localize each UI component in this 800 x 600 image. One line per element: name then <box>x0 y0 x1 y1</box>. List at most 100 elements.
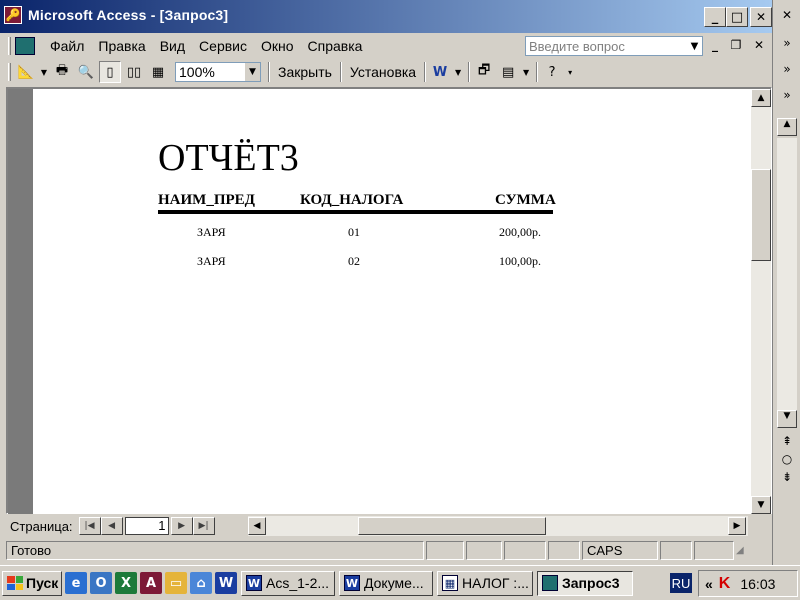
report-doc-icon[interactable] <box>15 37 35 55</box>
clock[interactable]: 16:03 <box>740 576 775 592</box>
network-icon[interactable]: ⌂ <box>190 572 212 594</box>
maximize-button[interactable]: □ <box>726 7 748 27</box>
chevron-down-icon[interactable]: ▼ <box>453 61 463 83</box>
design-view-icon[interactable]: 📐 <box>15 61 37 83</box>
office-links-icon[interactable]: W <box>429 61 451 83</box>
access-icon[interactable]: A <box>140 572 162 594</box>
menu-view[interactable]: Вид <box>153 38 192 54</box>
vertical-scrollbar[interactable]: ▲ ▼ <box>751 89 771 514</box>
toolbar-separator <box>424 62 427 82</box>
chevron-down-icon[interactable]: ▼ <box>245 63 260 81</box>
scroll-down-icon[interactable]: ▼ <box>777 410 797 428</box>
doc-restore-button[interactable]: ❐ <box>728 38 744 54</box>
folder-icon[interactable]: ▭ <box>165 572 187 594</box>
minimize-button[interactable]: _ <box>704 7 726 27</box>
start-label: Пуск <box>26 575 59 591</box>
scroll-right-icon[interactable]: ▶ <box>728 517 746 535</box>
one-page-icon[interactable]: ▯ <box>99 61 121 83</box>
preview-area: ОТЧЁТ3 НАИМ_ПРЕД КОД_НАЛОГА СУММА ЗАРЯ 0… <box>6 87 772 514</box>
taskbar: Пуск e O X A ▭ ⌂ W W Acs_1-2... W Докуме… <box>0 565 800 600</box>
column-header-amount: СУММА <box>495 192 556 208</box>
window-title: Microsoft Access - [Запрос3] <box>28 7 229 23</box>
chevron-down-icon[interactable]: ▼ <box>39 61 49 83</box>
excel-icon[interactable]: X <box>115 572 137 594</box>
task-word-document[interactable]: W Докуме... <box>339 570 433 596</box>
language-indicator[interactable]: RU <box>670 573 692 593</box>
system-tray: « K 16:03 <box>698 570 798 597</box>
two-pages-icon[interactable]: ▯▯ <box>123 61 145 83</box>
previous-page-icon[interactable]: ◀ <box>100 517 123 535</box>
title-bar[interactable]: 🔑 Microsoft Access - [Запрос3] <box>0 0 772 33</box>
menu-help[interactable]: Справка <box>301 38 370 54</box>
toolbar-grip[interactable] <box>8 63 11 81</box>
chevron-more-icon[interactable]: » <box>778 88 796 106</box>
close-preview-button[interactable]: Закрыть <box>273 64 337 80</box>
windows-logo-icon <box>7 576 23 590</box>
print-preview-toolbar: 📐 ▼ 🖶 🔍 ▯ ▯▯ ▦ 100% ▼ Закрыть Установка … <box>0 59 772 85</box>
task-label: НАЛОГ :... <box>462 575 529 591</box>
toolbar-grip[interactable] <box>8 37 11 55</box>
scrollbar-track[interactable] <box>777 138 797 410</box>
close-icon[interactable]: ✕ <box>778 8 796 26</box>
help-icon[interactable]: ? <box>541 61 563 83</box>
print-icon[interactable]: 🖶 <box>51 61 73 83</box>
chevron-more-icon[interactable]: » <box>778 36 796 54</box>
outlook-icon[interactable]: O <box>90 572 112 594</box>
antivirus-icon[interactable]: K <box>719 575 731 593</box>
row-1-tax-code: 01 <box>348 225 360 239</box>
page-setup-button[interactable]: Установка <box>345 64 421 80</box>
caps-indicator: CAPS <box>582 540 658 560</box>
chevron-more-icon[interactable]: » <box>778 62 796 80</box>
scroll-thumb[interactable] <box>751 169 771 261</box>
report-doc-icon <box>542 575 558 591</box>
next-page-icon[interactable]: ⇟ <box>778 470 796 488</box>
toolbar-separator <box>536 62 539 82</box>
show-hidden-icons-button[interactable]: « <box>705 576 713 592</box>
new-object-icon[interactable]: ▤ <box>497 61 519 83</box>
scroll-up-icon[interactable]: ▲ <box>777 118 797 136</box>
close-button[interactable]: ✕ <box>750 7 772 27</box>
resize-grip-icon[interactable]: ◢ <box>736 545 744 556</box>
multiple-pages-icon[interactable]: ▦ <box>147 61 169 83</box>
zoom-select[interactable]: 100% ▼ <box>175 62 261 82</box>
horizontal-scrollbar[interactable]: ◀ ▶ <box>248 516 748 536</box>
zoom-icon[interactable]: 🔍 <box>75 61 97 83</box>
ask-question-input[interactable]: Введите вопрос <box>525 36 703 56</box>
menu-edit[interactable]: Правка <box>91 38 152 54</box>
chevron-down-icon[interactable]: ▼ <box>521 61 531 83</box>
word-icon[interactable]: W <box>215 572 237 594</box>
first-page-icon[interactable]: |◀ <box>78 517 101 535</box>
zoom-value: 100% <box>179 64 215 80</box>
word-doc-icon: W <box>246 575 262 591</box>
internet-explorer-icon[interactable]: e <box>65 572 87 594</box>
menu-window[interactable]: Окно <box>254 38 301 54</box>
word-doc-icon: W <box>344 575 360 591</box>
scroll-left-icon[interactable]: ◀ <box>248 517 266 535</box>
toolbar-options-icon[interactable]: ▾ <box>565 61 575 83</box>
scroll-up-icon[interactable]: ▲ <box>751 89 771 107</box>
doc-close-button[interactable]: ✕ <box>751 38 767 54</box>
menu-tools[interactable]: Сервис <box>192 38 254 54</box>
doc-minimize-button[interactable]: _ <box>707 38 723 54</box>
report-page[interactable]: ОТЧЁТ3 НАИМ_ПРЕД КОД_НАЛОГА СУММА ЗАРЯ 0… <box>33 89 751 514</box>
browse-object-icon[interactable]: ○ <box>778 452 796 470</box>
status-pane <box>466 540 502 560</box>
chevron-down-icon[interactable]: ▼ <box>686 36 703 56</box>
prev-page-icon[interactable]: ⇞ <box>778 434 796 452</box>
access-key-icon[interactable]: 🔑 <box>4 6 22 24</box>
status-pane <box>548 540 580 560</box>
page-number-field[interactable]: 1 <box>124 517 169 535</box>
row-2-tax-code: 02 <box>348 254 360 268</box>
scroll-down-icon[interactable]: ▼ <box>751 496 771 514</box>
task-access-tax[interactable]: ▦ НАЛОГ :... <box>437 570 533 596</box>
database-window-icon[interactable]: 🗗 <box>473 61 495 83</box>
task-word-acs[interactable]: W Acs_1-2... <box>241 570 335 596</box>
last-page-icon[interactable]: ▶| <box>192 517 215 535</box>
menu-file[interactable]: Файл <box>43 38 91 54</box>
status-text: Готово <box>6 540 424 560</box>
task-access-query3[interactable]: Запрос3 <box>537 570 633 596</box>
next-page-icon[interactable]: ▶ <box>170 517 193 535</box>
start-button[interactable]: Пуск <box>2 570 62 596</box>
status-pane <box>504 540 546 560</box>
scroll-thumb[interactable] <box>358 517 546 535</box>
